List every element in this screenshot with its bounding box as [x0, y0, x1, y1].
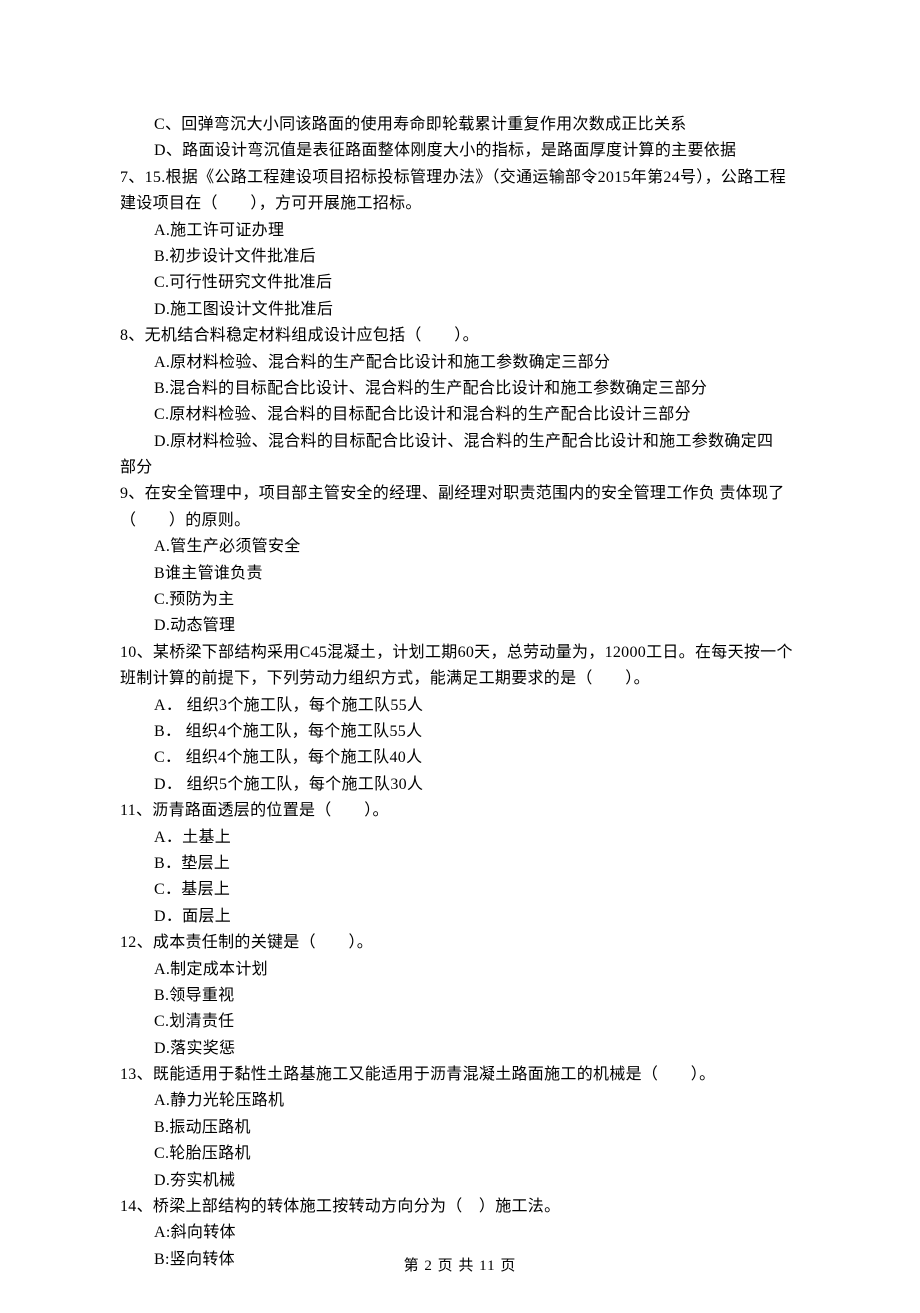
text-line: D．面层上	[120, 904, 800, 930]
text-line: B.初步设计文件批准后	[120, 244, 800, 270]
text-line: D、路面设计弯沉值是表征路面整体刚度大小的指标，是路面厚度计算的主要依据	[120, 138, 800, 164]
text-line: B.领导重视	[120, 983, 800, 1009]
text-line: A.管生产必须管安全	[120, 534, 800, 560]
text-line: A．土基上	[120, 825, 800, 851]
text-line: 8、无机结合料稳定材料组成设计应包括（ ）。	[120, 323, 800, 349]
document-page: C、回弹弯沉大小同该路面的使用寿命即轮载累计重复作用次数成正比关系D、路面设计弯…	[0, 0, 920, 1313]
document-body: C、回弹弯沉大小同该路面的使用寿命即轮载累计重复作用次数成正比关系D、路面设计弯…	[120, 112, 800, 1273]
text-line: A.施工许可证办理	[120, 218, 800, 244]
text-line: C．基层上	[120, 877, 800, 903]
text-line: B谁主管谁负责	[120, 561, 800, 587]
text-line: C.划清责任	[120, 1009, 800, 1035]
text-line: D.落实奖惩	[120, 1036, 800, 1062]
text-line: D.施工图设计文件批准后	[120, 297, 800, 323]
text-line: B.混合料的目标配合比设计、混合料的生产配合比设计和施工参数确定三部分	[120, 376, 800, 402]
text-line: C.可行性研究文件批准后	[120, 270, 800, 296]
text-line: B．垫层上	[120, 851, 800, 877]
text-line: 部分	[120, 455, 800, 481]
text-line: C.轮胎压路机	[120, 1141, 800, 1167]
text-line: 12、成本责任制的关键是（ ）。	[120, 930, 800, 956]
text-line: D.夯实机械	[120, 1168, 800, 1194]
text-line: B． 组织4个施工队，每个施工队55人	[120, 719, 800, 745]
text-line: D． 组织5个施工队，每个施工队30人	[120, 772, 800, 798]
text-line: 13、既能适用于黏性土路基施工又能适用于沥青混凝土路面施工的机械是（ ）。	[120, 1062, 800, 1088]
text-line: B.振动压路机	[120, 1115, 800, 1141]
text-line: D.动态管理	[120, 613, 800, 639]
page-footer: 第 2 页 共 11 页	[0, 1254, 920, 1279]
text-line: 14、桥梁上部结构的转体施工按转动方向分为（ ）施工法。	[120, 1194, 800, 1220]
text-line: A:斜向转体	[120, 1220, 800, 1246]
text-line: 9、在安全管理中，项目部主管安全的经理、副经理对职责范围内的安全管理工作负 责体…	[120, 481, 800, 534]
text-line: 7、15.根据《公路工程建设项目招标投标管理办法》（交通运输部令2015年第24…	[120, 165, 800, 218]
text-line: C.预防为主	[120, 587, 800, 613]
text-line: D.原材料检验、混合料的目标配合比设计、混合料的生产配合比设计和施工参数确定四	[120, 429, 800, 455]
text-line: 11、沥青路面透层的位置是（ ）。	[120, 798, 800, 824]
text-line: A.制定成本计划	[120, 957, 800, 983]
text-line: A.原材料检验、混合料的生产配合比设计和施工参数确定三部分	[120, 350, 800, 376]
text-line: 10、某桥梁下部结构采用C45混凝土，计划工期60天，总劳动量为，12000工日…	[120, 640, 800, 693]
text-line: A.静力光轮压路机	[120, 1088, 800, 1114]
text-line: C.原材料检验、混合料的目标配合比设计和混合料的生产配合比设计三部分	[120, 402, 800, 428]
text-line: A． 组织3个施工队，每个施工队55人	[120, 693, 800, 719]
text-line: C、回弹弯沉大小同该路面的使用寿命即轮载累计重复作用次数成正比关系	[120, 112, 800, 138]
text-line: C． 组织4个施工队，每个施工队40人	[120, 745, 800, 771]
